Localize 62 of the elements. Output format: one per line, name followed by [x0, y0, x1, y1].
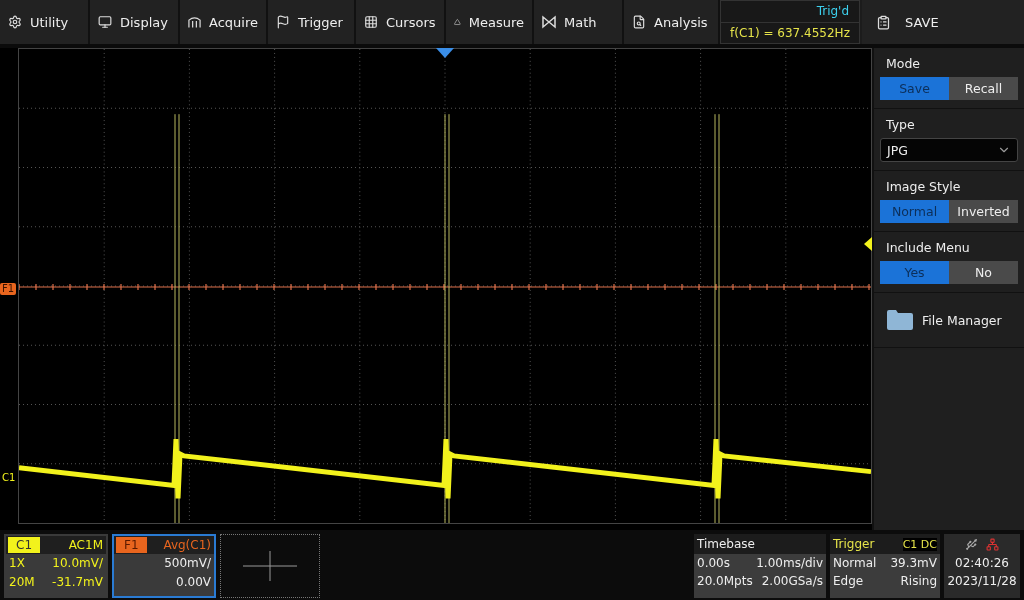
dropdown-value: JPG — [887, 142, 908, 158]
channel-value: 20M — [9, 574, 35, 591]
channel-tag: C1 — [8, 537, 40, 553]
network-icon — [986, 537, 999, 551]
timebase-value: 0.00s — [697, 555, 730, 572]
channel-value: -31.7mV — [52, 574, 103, 591]
section-label: Mode — [885, 56, 922, 71]
timebase-value: 20.0Mpts — [697, 573, 753, 590]
monitor-icon — [98, 15, 112, 29]
channel-value: 500mV/ — [164, 555, 211, 572]
menu-button[interactable]: Cursors — [356, 0, 446, 44]
channel-box[interactable]: C1 AC1M 1X 10.0mV/ 20M -31.7mV — [4, 534, 108, 598]
menu-button[interactable]: Analysis — [624, 0, 720, 44]
section-label: Include Menu — [885, 240, 971, 255]
settings-icon — [8, 15, 22, 29]
menu-button[interactable]: Utility — [0, 0, 90, 44]
box-title: Trigger — [833, 537, 875, 551]
timebase-value: 2.00GSa/s — [761, 573, 823, 590]
analysis-icon — [632, 15, 646, 29]
trigger-value: Normal — [833, 555, 877, 572]
timebase-box[interactable]: Timebase 0.00s 1.00ms/div 20.0Mpts 2.00GSa/s — [694, 534, 826, 598]
columns-icon — [188, 15, 201, 29]
section-label: Image Style — [885, 179, 962, 194]
add-channel-slot[interactable] — [220, 534, 320, 598]
trigger-status: Trig'd — [816, 4, 849, 19]
flag-icon — [276, 15, 290, 29]
menu-button[interactable]: Measure — [446, 0, 534, 44]
option-button[interactable]: Recall — [949, 77, 1018, 100]
menu-button[interactable]: Trigger — [268, 0, 356, 44]
channel-source: AC1M — [68, 538, 104, 552]
box-title: Timebase — [697, 537, 755, 551]
clock-date: 2023/11/28 — [947, 573, 1017, 590]
channel-value: 10.0mV/ — [52, 555, 103, 572]
frequency-readout: f(C1) = 637.4552Hz — [730, 25, 850, 40]
clipboard-icon — [876, 14, 891, 30]
panel-title: SAVE — [905, 14, 939, 30]
folder-icon — [886, 309, 914, 331]
file-manager-button[interactable]: File Manager — [880, 309, 1018, 331]
section-label: Type — [885, 117, 916, 132]
channel-value: 0.00V — [176, 574, 211, 591]
trigger-value: 39.3mV — [890, 555, 937, 572]
usb-icon — [965, 537, 978, 551]
trigger-box[interactable]: Trigger C1 DC Normal 39.3mV Edge Rising — [830, 534, 940, 598]
menu-button[interactable]: Math — [534, 0, 624, 44]
channel-tag: F1 — [116, 537, 147, 553]
clock-time: 02:40:26 — [955, 555, 1009, 572]
timebase-value: 1.00ms/div — [756, 555, 823, 572]
channel-value: 1X — [9, 555, 25, 572]
channel-marker: C1 — [1, 472, 17, 484]
trigger-value: Rising — [900, 573, 937, 590]
channel-box[interactable]: F1 Avg(C1) 500mV/ 0.00V — [112, 534, 216, 598]
channel-source: Avg(C1) — [163, 538, 212, 552]
menu-button[interactable]: Acquire — [180, 0, 268, 44]
bowtie-icon — [542, 15, 556, 29]
type-dropdown[interactable]: JPG — [880, 138, 1018, 162]
trigger-source: C1 DC — [902, 537, 937, 551]
math-marker: F1 — [0, 283, 17, 295]
plus-icon — [243, 551, 297, 581]
menu-button[interactable]: Display — [90, 0, 180, 44]
trigger-value: Edge — [833, 573, 864, 590]
option-button[interactable]: No — [949, 261, 1018, 284]
option-button[interactable]: Inverted — [949, 200, 1018, 223]
